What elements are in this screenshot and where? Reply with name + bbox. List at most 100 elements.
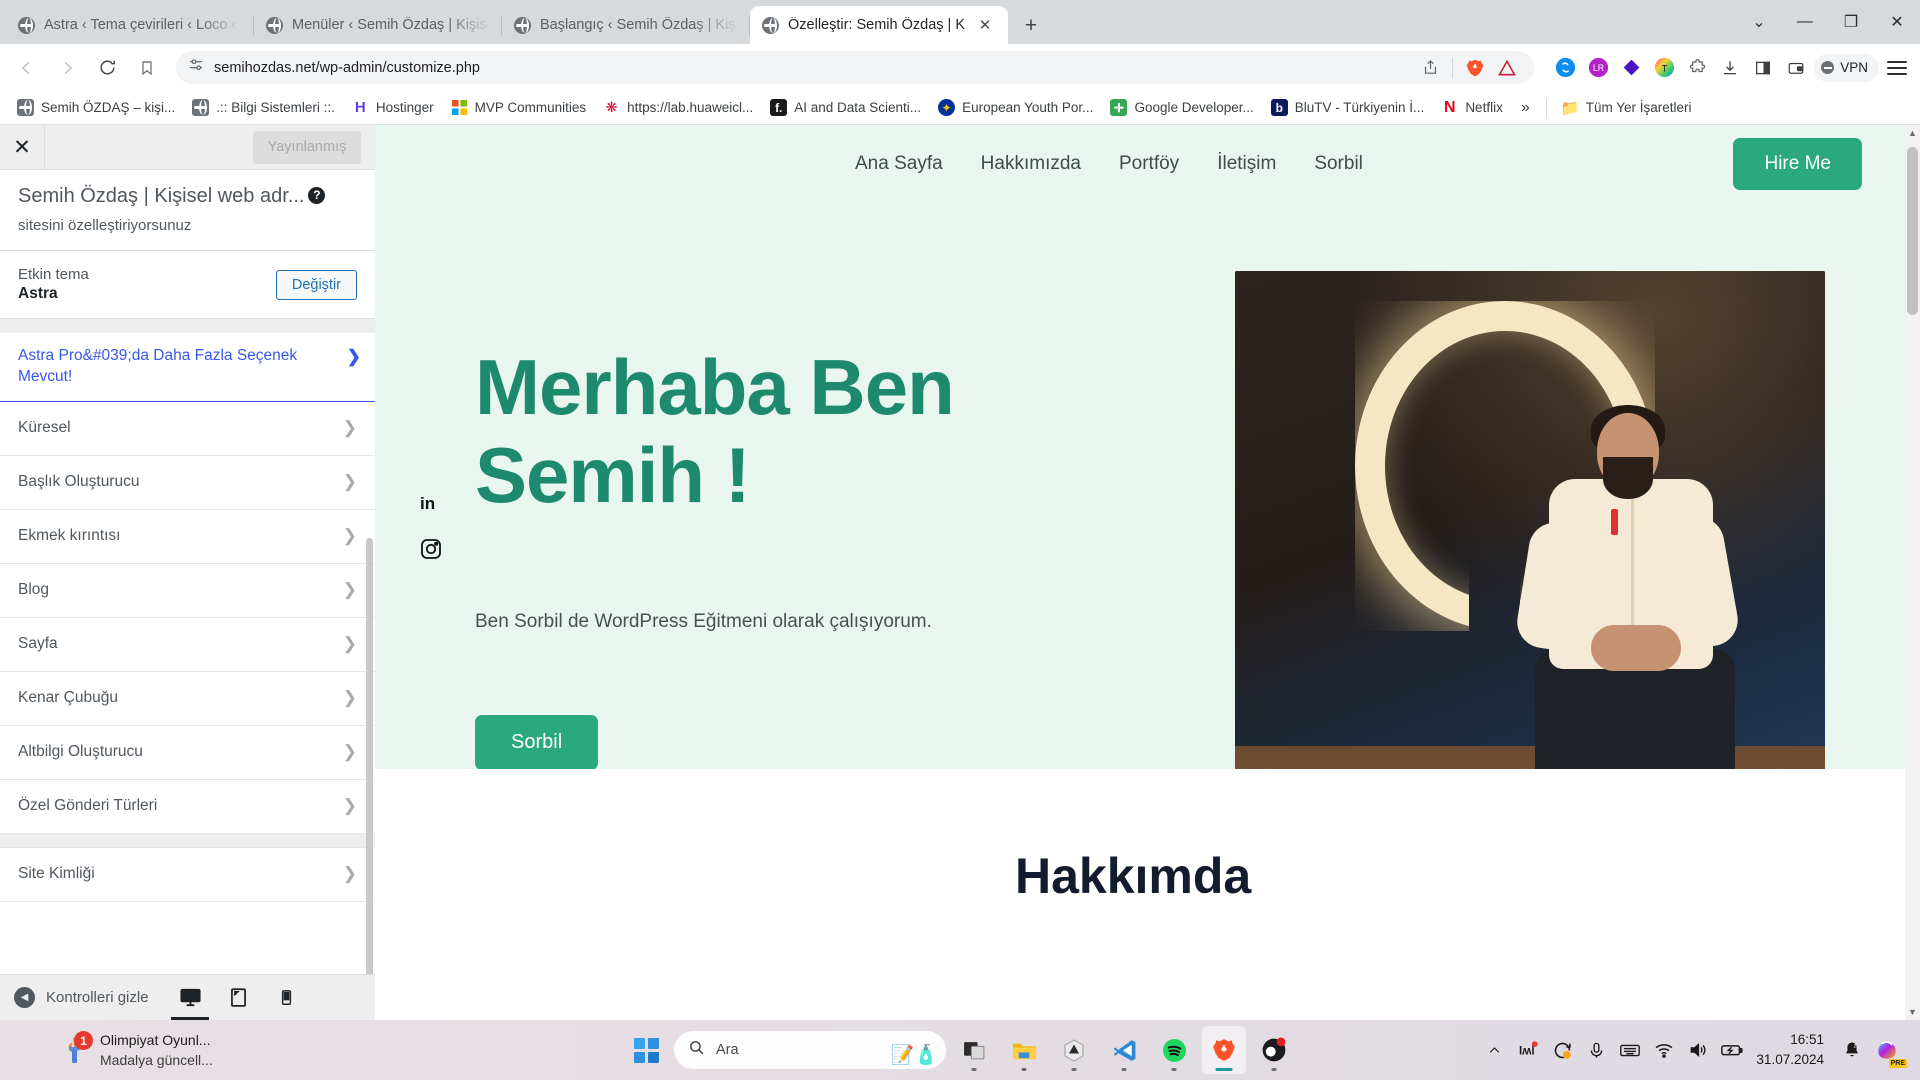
battery-charging-icon[interactable]	[1716, 1030, 1748, 1070]
scroll-down-arrow-icon[interactable]: ▼	[1907, 1007, 1918, 1017]
sidebar-toggle-icon[interactable]	[1748, 53, 1778, 83]
sidebar-item-label: Özel Gönderi Türleri	[18, 797, 158, 815]
browser-tab-active[interactable]: Özelleştir: Semih Özdaş | Kişise ✕	[750, 6, 1008, 44]
nav-link-ana-sayfa[interactable]: Ana Sayfa	[855, 153, 943, 175]
sidebar-item-ekmek-kirintisi[interactable]: Ekmek kırıntısı ❯	[0, 509, 375, 564]
wallet-icon[interactable]	[1781, 53, 1811, 83]
bookmark-item[interactable]: ✦ European Youth Por...	[931, 96, 1100, 119]
browser-tab[interactable]: Astra ‹ Tema çevirileri ‹ Loco ‹ Semih	[6, 6, 254, 44]
minimize-button[interactable]: —	[1782, 0, 1828, 44]
scroll-up-arrow-icon[interactable]: ▲	[1907, 128, 1918, 138]
onedrive-sync-icon[interactable]	[1546, 1030, 1578, 1070]
mobile-preview-icon[interactable]	[273, 983, 299, 1013]
help-icon[interactable]: ?	[308, 187, 326, 204]
bookmark-item[interactable]: MVP Communities	[444, 96, 594, 119]
bookmark-item[interactable]: f. AI and Data Scienti...	[763, 96, 928, 119]
hero-cta-button[interactable]: Sorbil	[475, 715, 599, 770]
microphone-icon[interactable]	[1580, 1030, 1612, 1070]
browser-tab[interactable]: Başlangıç ‹ Semih Özdaş | Kişisel web	[502, 6, 750, 44]
close-tab-icon[interactable]: ✕	[974, 14, 996, 36]
notification-toast[interactable]: 1 Olimpiyat Oyunl... Madalya güncell...	[12, 1030, 213, 1071]
brave-triangle-icon[interactable]	[1492, 53, 1522, 83]
maximize-button[interactable]: ❐	[1828, 0, 1874, 44]
sidebar-item-ozel-gonderi-turleri[interactable]: Özel Gönderi Türleri ❯	[0, 779, 375, 834]
taskview-icon[interactable]	[952, 1026, 996, 1074]
tab-title: Özelleştir: Semih Özdaş | Kişise	[788, 17, 965, 33]
vpn-button[interactable]: VPN	[1814, 53, 1879, 82]
brave-lion-icon[interactable]	[1460, 53, 1490, 83]
bookmark-item[interactable]: b BluTV - Türkiyenin İ...	[1264, 96, 1432, 119]
obs-studio-icon[interactable]	[1252, 1026, 1296, 1074]
tab-search-chevron-icon[interactable]: ⌄	[1736, 0, 1782, 44]
desktop-preview-icon[interactable]	[171, 983, 209, 1021]
bookmark-item[interactable]: ✛ Google Developer...	[1103, 96, 1260, 119]
share-icon[interactable]	[1415, 53, 1445, 83]
taskbar-clock[interactable]: 16:51 31.07.2024	[1750, 1030, 1834, 1071]
back-button[interactable]	[8, 49, 46, 87]
tablet-preview-icon[interactable]	[225, 983, 251, 1013]
astra-pro-upsell[interactable]: Astra Pro&#039;da Daha Fazla Seçenek Mev…	[0, 333, 375, 402]
forward-button[interactable]	[48, 49, 86, 87]
brave-browser-icon[interactable]	[1202, 1026, 1246, 1074]
do-not-disturb-bell-icon[interactable]: z	[1836, 1030, 1868, 1070]
sidebar-item-site-kimligi[interactable]: Site Kimliği ❯	[0, 847, 375, 902]
nav-link-sorbil[interactable]: Sorbil	[1314, 153, 1363, 175]
bookmark-item[interactable]: Semih ÖZDAŞ – kişi...	[10, 96, 182, 119]
spotify-icon[interactable]	[1152, 1026, 1196, 1074]
hide-controls-button[interactable]: ◀ Kontrolleri gizle	[14, 987, 149, 1008]
sidebar-item-sayfa[interactable]: Sayfa ❯	[0, 617, 375, 672]
vpn-label: VPN	[1840, 60, 1868, 75]
wifi-icon[interactable]	[1648, 1030, 1680, 1070]
site-settings-icon[interactable]	[188, 57, 204, 78]
bookmarks-overflow-button[interactable]: »	[1513, 96, 1538, 120]
sidebar-item-kuresel[interactable]: Küresel ❯	[0, 401, 375, 456]
colorful-extension-icon[interactable]: T	[1649, 53, 1679, 83]
bookmark-item[interactable]: .:: Bilgi Sistemleri ::.	[185, 96, 342, 119]
downloads-icon[interactable]	[1715, 53, 1745, 83]
bookmark-item[interactable]: H Hostinger	[345, 96, 441, 119]
volume-icon[interactable]	[1682, 1030, 1714, 1070]
divider	[1452, 57, 1454, 78]
hire-me-button[interactable]: Hire Me	[1733, 138, 1862, 190]
sidebar-scrollbar[interactable]	[366, 538, 373, 1020]
windows-start-icon[interactable]	[624, 1026, 668, 1074]
svg-text:Iʍl: Iʍl	[1519, 1045, 1535, 1058]
publish-button[interactable]: Yayınlanmış	[253, 130, 361, 164]
all-bookmarks-button[interactable]: 📁 Tüm Yer İşaretleri	[1555, 96, 1699, 119]
search-input[interactable]: Ara 📝🧴	[674, 1031, 946, 1069]
preview-scrollbar[interactable]: ▲ ▼	[1905, 125, 1920, 1020]
sidebar-item-kenar-cubugu[interactable]: Kenar Çubuğu ❯	[0, 671, 375, 726]
nav-link-iletisim[interactable]: İletişim	[1217, 153, 1276, 175]
close-customizer-button[interactable]: ✕	[0, 124, 45, 170]
bookmark-item[interactable]: N Netflix	[1434, 96, 1510, 119]
shazam-extension-icon[interactable]	[1550, 53, 1580, 83]
sidebar-item-baslik-olusturucu[interactable]: Başlık Oluşturucu ❯	[0, 455, 375, 510]
unity-hub-icon[interactable]	[1052, 1026, 1096, 1074]
address-bar[interactable]: semihozdas.net/wp-admin/customize.php	[176, 51, 1535, 84]
intel-graphics-icon[interactable]: Iʍl	[1512, 1030, 1544, 1070]
diamond-extension-icon[interactable]	[1616, 53, 1646, 83]
puzzle-extensions-icon[interactable]	[1682, 53, 1712, 83]
show-hidden-icons-chevron[interactable]	[1478, 1030, 1510, 1070]
sidebar-item-label: Altbilgi Oluşturucu	[18, 743, 143, 761]
nav-link-portfoy[interactable]: Portföy	[1119, 153, 1179, 175]
linkedin-icon[interactable]: in	[419, 491, 443, 515]
hamburger-menu-icon[interactable]	[1882, 53, 1912, 83]
new-tab-button[interactable]: +	[1016, 10, 1046, 40]
file-explorer-icon[interactable]	[1002, 1026, 1046, 1074]
keyboard-icon[interactable]	[1614, 1030, 1646, 1070]
bookmark-item[interactable]: ❋ https://lab.huaweicl...	[596, 96, 760, 119]
bookmark-icon[interactable]	[128, 49, 166, 87]
reload-button[interactable]	[88, 49, 126, 87]
nav-link-hakkimizda[interactable]: Hakkımızda	[981, 153, 1081, 175]
close-window-button[interactable]: ✕	[1874, 0, 1920, 44]
copilot-icon[interactable]: PRE	[1870, 1033, 1907, 1068]
sidebar-item-altbilgi-olusturucu[interactable]: Altbilgi Oluşturucu ❯	[0, 725, 375, 780]
instagram-icon[interactable]	[419, 537, 443, 561]
sidebar-item-blog[interactable]: Blog ❯	[0, 563, 375, 618]
visual-studio-code-icon[interactable]	[1102, 1026, 1146, 1074]
preview-scrollbar-thumb[interactable]	[1907, 147, 1918, 315]
loom-extension-icon[interactable]: LR	[1583, 53, 1613, 83]
change-theme-button[interactable]: Değiştir	[275, 269, 357, 300]
browser-tab[interactable]: Menüler ‹ Semih Özdaş | Kişisel web	[254, 6, 502, 44]
